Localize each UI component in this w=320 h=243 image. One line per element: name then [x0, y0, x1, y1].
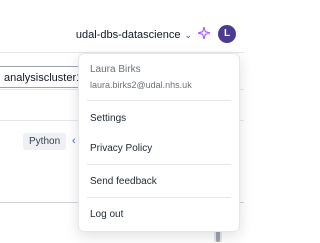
language-badge[interactable]: Python [23, 133, 67, 150]
divider [87, 100, 231, 101]
user-info: Laura Birks laura.birks2@udal.nhs.uk [90, 63, 192, 92]
top-bar: udal-dbs-datascience ⌄ L [0, 0, 244, 43]
divider [87, 164, 231, 165]
cluster-selector[interactable]: analysiscluster1 [0, 66, 82, 88]
sparkle-icon[interactable] [198, 27, 210, 39]
workspace-name: udal-dbs-datascience [75, 29, 181, 41]
workspace-switcher[interactable]: udal-dbs-datascience ⌄ [76, 29, 192, 41]
user-email: laura.birks2@udal.nhs.uk [90, 80, 192, 90]
menu-item-log-out[interactable]: Log out [90, 208, 123, 222]
chevron-down-icon: ⌄ [184, 29, 192, 40]
user-menu: Laura Birks laura.birks2@udal.nhs.uk Set… [78, 53, 240, 232]
menu-item-privacy-policy[interactable]: Privacy Policy [90, 142, 152, 156]
user-name: Laura Birks [90, 64, 141, 75]
avatar[interactable]: L [218, 25, 236, 43]
menu-item-send-feedback[interactable]: Send feedback [90, 175, 157, 189]
menu-item-settings[interactable]: Settings [90, 112, 126, 126]
divider [87, 197, 231, 198]
